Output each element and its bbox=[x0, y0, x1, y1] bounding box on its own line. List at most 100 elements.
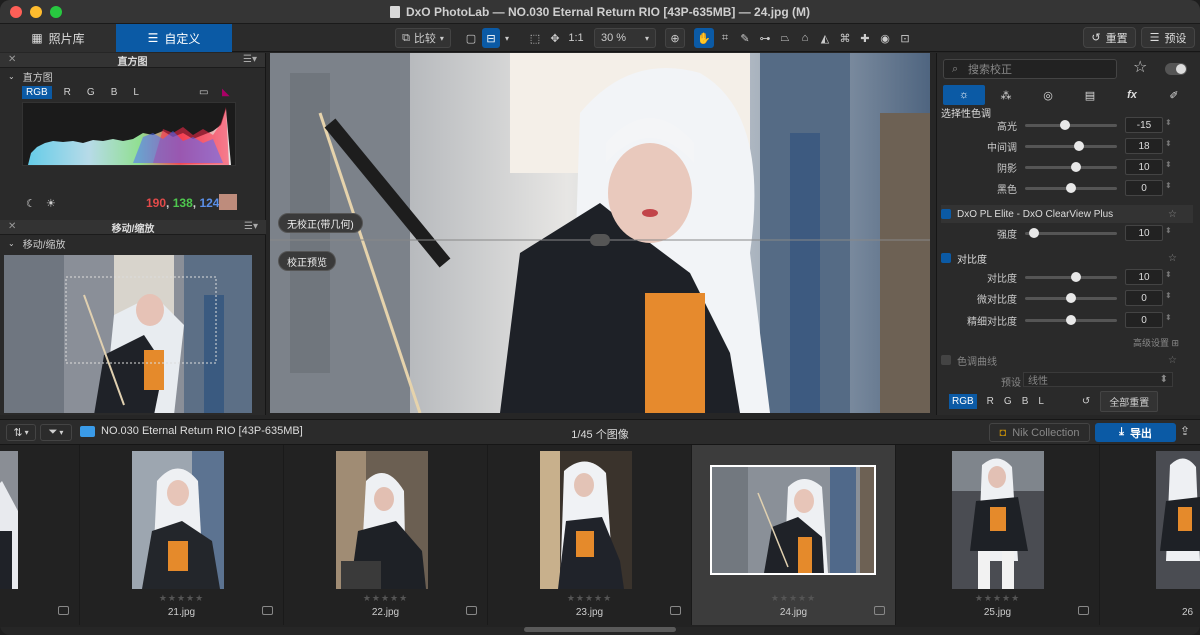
preset-button[interactable]: ☰ 预设 bbox=[1141, 27, 1195, 48]
undo-icon[interactable]: ↺ bbox=[1082, 396, 1090, 407]
filmstrip-item-partial[interactable] bbox=[0, 445, 80, 625]
curve-channel-r[interactable]: R bbox=[987, 396, 994, 407]
close-window-button[interactable] bbox=[10, 6, 22, 18]
view-mode-dropdown[interactable]: ▾ bbox=[501, 28, 513, 48]
folder-breadcrumb[interactable]: NO.030 Eternal Return RIO [43P-635MB] bbox=[80, 425, 303, 437]
filmstrip-scrollbar[interactable] bbox=[524, 627, 676, 632]
zoom-tool-button[interactable]: ⊕ bbox=[665, 28, 685, 48]
horizon-tool-button[interactable]: ⊶ bbox=[756, 28, 774, 48]
slider-knob[interactable] bbox=[1070, 162, 1081, 172]
panel-menu-icon[interactable]: ☰▾ bbox=[243, 54, 257, 65]
contrast-checkbox[interactable] bbox=[941, 253, 951, 263]
tone-curve-header[interactable]: 色调曲线 ☆ bbox=[941, 351, 1193, 369]
slider-knob[interactable] bbox=[1066, 293, 1076, 303]
curve-preset-select[interactable]: 线性 ⬍ bbox=[1023, 372, 1173, 387]
export-button[interactable]: ⤓ 导出 bbox=[1095, 423, 1176, 442]
slider-value-input[interactable]: 0 bbox=[1125, 290, 1163, 306]
tone-curve-checkbox[interactable] bbox=[941, 355, 951, 365]
curve-channel-g[interactable]: G bbox=[1004, 396, 1012, 407]
slider-value-input[interactable]: -15 bbox=[1125, 117, 1163, 133]
image-viewer[interactable]: 无校正(带几何) 校正预览 bbox=[270, 53, 930, 413]
nik-collection-button[interactable]: ◘ Nik Collection bbox=[989, 423, 1090, 442]
slider-track[interactable] bbox=[1025, 315, 1117, 325]
slider-knob[interactable] bbox=[1059, 120, 1070, 130]
channel-rgb[interactable]: RGB bbox=[22, 85, 52, 99]
navigator-thumbnail[interactable] bbox=[4, 255, 252, 413]
tab-customize[interactable]: ☰ 自定义 bbox=[116, 24, 232, 52]
tab-local[interactable]: ✐ bbox=[1153, 85, 1195, 105]
contrast-header[interactable]: 对比度 ☆ bbox=[941, 249, 1193, 267]
tab-geometry[interactable]: ▤ bbox=[1069, 85, 1111, 105]
repair-tool-button[interactable]: ✚ bbox=[856, 28, 874, 48]
panel-menu-icon[interactable]: ☰▾ bbox=[244, 221, 258, 232]
zoom-one-button[interactable]: 1:1 bbox=[566, 28, 586, 48]
toggle-switch[interactable] bbox=[1165, 63, 1187, 75]
sort-button[interactable]: ⇅ ▾ bbox=[6, 424, 36, 441]
search-input[interactable]: ⌕ 搜索校正 bbox=[943, 59, 1117, 79]
local-adjust-tool-button[interactable]: ⌘ bbox=[836, 28, 854, 48]
clipping-warning-icon[interactable]: ◣ bbox=[218, 86, 234, 99]
slider-track[interactable] bbox=[1025, 183, 1117, 193]
tab-photo-library[interactable]: ▦ 照片库 bbox=[0, 24, 116, 52]
loupe-button[interactable]: ⊡ bbox=[896, 28, 914, 48]
close-icon[interactable]: ✕ bbox=[8, 221, 16, 232]
zoom-select[interactable]: 30 % ▾ bbox=[594, 28, 656, 48]
star-icon[interactable]: ☆ bbox=[1168, 355, 1177, 366]
slider-knob[interactable] bbox=[1029, 228, 1040, 238]
filmstrip-item-partial[interactable]: 26 bbox=[1100, 445, 1200, 625]
stepper-icon[interactable]: ⬍ bbox=[1165, 118, 1172, 127]
slider-value-input[interactable]: 18 bbox=[1125, 138, 1163, 154]
filmstrip-item[interactable]: ★★★★★ 22.jpg bbox=[284, 445, 488, 625]
navigator-subheader[interactable]: ⌄ 移动/缩放 bbox=[0, 235, 266, 251]
stepper-icon[interactable]: ⬍ bbox=[1165, 270, 1172, 279]
clearview-header[interactable]: DxO PL Elite - DxO ClearView Plus ☆ bbox=[941, 205, 1193, 223]
close-icon[interactable]: ✕ bbox=[8, 54, 16, 65]
slider-value-input[interactable]: 10 bbox=[1125, 269, 1163, 285]
slider-track[interactable] bbox=[1025, 162, 1117, 172]
advanced-settings-link[interactable]: 高级设置 ⊞ bbox=[1133, 336, 1179, 349]
tab-light[interactable]: ☼ bbox=[943, 85, 985, 105]
control-points-tool-button[interactable]: ◭ bbox=[816, 28, 834, 48]
slider-track[interactable] bbox=[1025, 141, 1117, 151]
tab-color[interactable]: ⁂ bbox=[985, 85, 1027, 105]
perspective-rect-tool-button[interactable]: ⌂ bbox=[796, 28, 814, 48]
filmstrip-item-selected[interactable]: ★★★★★ 24.jpg bbox=[692, 445, 896, 625]
moon-icon[interactable]: ☾ bbox=[26, 197, 36, 210]
star-icon[interactable]: ☆ bbox=[1168, 209, 1177, 220]
reset-all-button[interactable]: 全部重置 bbox=[1100, 390, 1159, 412]
slider-track[interactable] bbox=[1025, 228, 1117, 238]
slider-knob[interactable] bbox=[1066, 315, 1076, 325]
channel-b[interactable]: B bbox=[107, 86, 122, 99]
stepper-icon[interactable]: ⬍ bbox=[1165, 226, 1172, 235]
minimize-window-button[interactable] bbox=[30, 6, 42, 18]
stepper-icon[interactable]: ⬍ bbox=[1165, 160, 1172, 169]
slider-knob[interactable] bbox=[1066, 183, 1076, 193]
rating-stars[interactable]: ★★★★★ bbox=[80, 593, 283, 604]
histogram-subheader[interactable]: ⌄ 直方图 bbox=[0, 68, 265, 84]
slider-value-input[interactable]: 0 bbox=[1125, 312, 1163, 328]
move-zoom-button[interactable]: ✥ bbox=[546, 28, 564, 48]
perspective-tool-button[interactable]: ⏢ bbox=[776, 28, 794, 48]
split-view-button[interactable]: ⊟ bbox=[482, 28, 500, 48]
reset-button[interactable]: ↺ 重置 bbox=[1083, 27, 1136, 48]
monitor-icon[interactable]: ▭ bbox=[195, 86, 212, 99]
crop-tool-button[interactable]: ⌗ bbox=[716, 28, 734, 48]
curve-channel-b[interactable]: B bbox=[1022, 396, 1029, 407]
stepper-icon[interactable]: ⬍ bbox=[1165, 291, 1172, 300]
stepper-icon[interactable]: ⬍ bbox=[1165, 139, 1172, 148]
curve-channel-rgb[interactable]: RGB bbox=[949, 393, 977, 409]
slider-track[interactable] bbox=[1025, 293, 1117, 303]
clearview-checkbox[interactable] bbox=[941, 209, 951, 219]
stepper-icon[interactable]: ⬍ bbox=[1165, 313, 1172, 322]
eyedropper-tool-button[interactable]: ✎ bbox=[736, 28, 754, 48]
tab-effects[interactable]: fx bbox=[1111, 85, 1153, 105]
slider-value-input[interactable]: 0 bbox=[1125, 180, 1163, 196]
favorites-star-icon[interactable]: ☆ bbox=[1133, 57, 1147, 77]
rating-stars[interactable]: ★★★★★ bbox=[692, 593, 895, 604]
filmstrip-item[interactable]: ★★★★★ 23.jpg bbox=[488, 445, 692, 625]
preview-toggle-button[interactable]: ◉ bbox=[876, 28, 894, 48]
rating-stars[interactable]: ★★★★★ bbox=[488, 593, 691, 604]
rating-stars[interactable]: ★★★★★ bbox=[284, 593, 487, 604]
single-view-button[interactable]: ▢ bbox=[462, 28, 480, 48]
slider-value-input[interactable]: 10 bbox=[1125, 225, 1163, 241]
